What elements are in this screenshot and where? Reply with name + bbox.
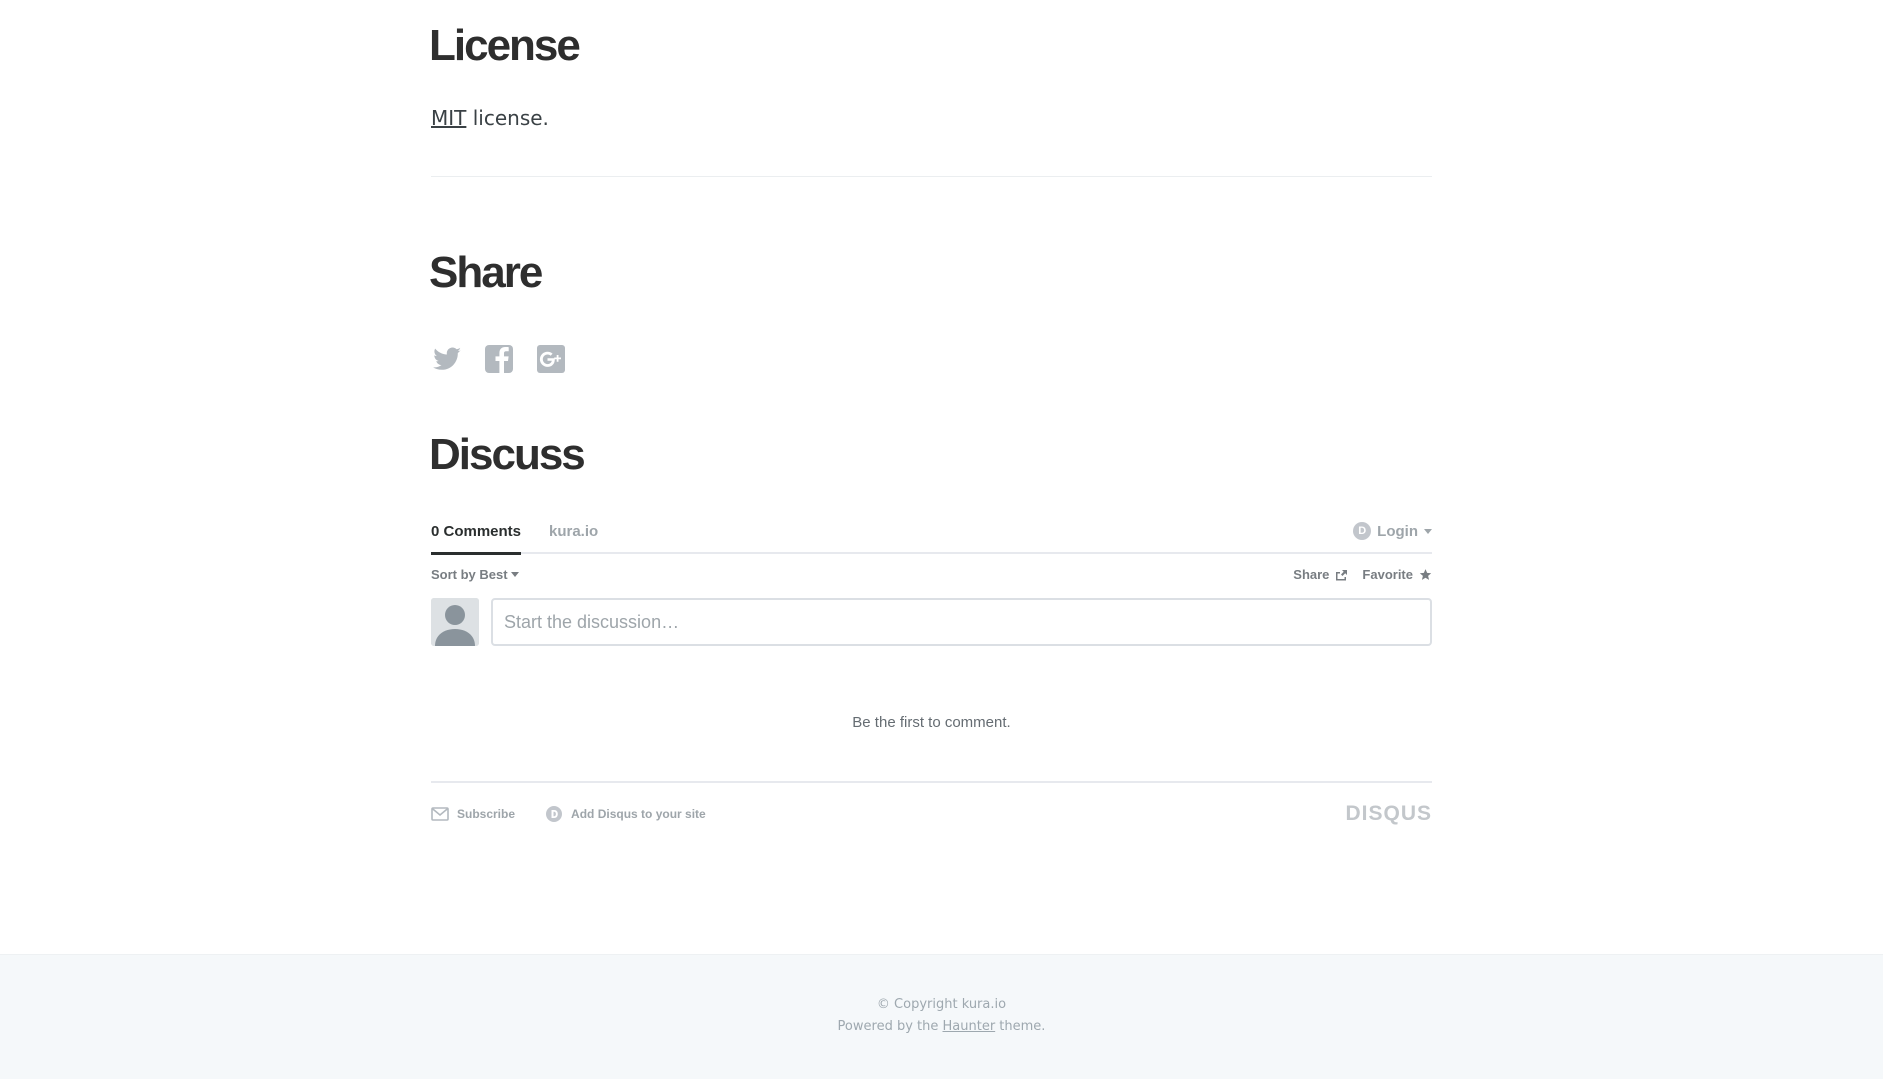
user-silhouette-icon (431, 598, 479, 646)
disqus-d-icon (546, 806, 563, 822)
disqus-thread: 0 Comments kura.io D Login Sort by Best … (431, 520, 1432, 829)
site-footer: © Copyright kura.io Powered by the Haunt… (0, 954, 1883, 1079)
thread-actions: Share Favorite (1293, 567, 1432, 582)
disqus-nav: 0 Comments kura.io D Login (431, 520, 1432, 555)
share-icon (1336, 569, 1348, 580)
theme-link[interactable]: Haunter (943, 1019, 996, 1034)
disqus-footer: Subscribe Add Disqus to your site DISQUS (431, 781, 1432, 829)
comment-composer (431, 598, 1432, 648)
envelope-icon (431, 807, 449, 821)
sort-label: Sort by Best (431, 567, 508, 582)
disqus-footer-links: Subscribe Add Disqus to your site (431, 805, 706, 823)
subscribe-label: Subscribe (457, 807, 516, 821)
tab-community[interactable]: kura.io (549, 523, 598, 540)
add-disqus-label: Add Disqus to your site (571, 807, 706, 821)
share-thread-button[interactable]: Share (1293, 567, 1348, 582)
copyright-text: © Copyright kura.io (876, 997, 1007, 1012)
share-links (431, 343, 567, 375)
comment-input[interactable] (491, 598, 1432, 646)
chevron-down-icon (510, 572, 519, 577)
discuss-heading: Discuss (429, 430, 586, 479)
disqus-toolbar: Sort by Best Share Favorite (431, 554, 1432, 594)
disqus-brand-logo[interactable]: DISQUS (1345, 802, 1432, 826)
tab-comments[interactable]: 0 Comments (431, 523, 522, 555)
favorite-label: Favorite (1362, 567, 1413, 582)
mit-license-link[interactable]: MIT (431, 106, 466, 130)
license-text: MIT license. (431, 106, 549, 130)
section-divider (431, 176, 1432, 177)
license-heading: License (429, 21, 581, 70)
powered-suffix: theme. (995, 1019, 1046, 1034)
share-thread-label: Share (1293, 567, 1330, 582)
share-heading: Share (429, 248, 543, 297)
twitter-icon[interactable] (431, 343, 463, 375)
empty-thread-message: Be the first to comment. (852, 714, 1011, 731)
license-text-suffix: license. (466, 106, 549, 130)
disqus-logo-icon: D (1353, 522, 1372, 540)
login-menu[interactable]: D Login (1353, 522, 1432, 540)
login-label: Login (1377, 522, 1418, 540)
powered-prefix: Powered by the (837, 1019, 943, 1034)
powered-by-text: Powered by the Haunter theme. (0, 1019, 1883, 1034)
add-disqus-link[interactable]: Add Disqus to your site (545, 805, 706, 823)
favorite-button[interactable]: Favorite (1362, 567, 1432, 582)
google-plus-icon[interactable] (535, 343, 567, 375)
chevron-down-icon (1424, 528, 1432, 534)
star-icon (1419, 569, 1432, 580)
subscribe-link[interactable]: Subscribe (431, 805, 515, 823)
facebook-icon[interactable] (483, 343, 515, 375)
avatar (431, 598, 479, 646)
sort-dropdown[interactable]: Sort by Best (431, 567, 519, 582)
